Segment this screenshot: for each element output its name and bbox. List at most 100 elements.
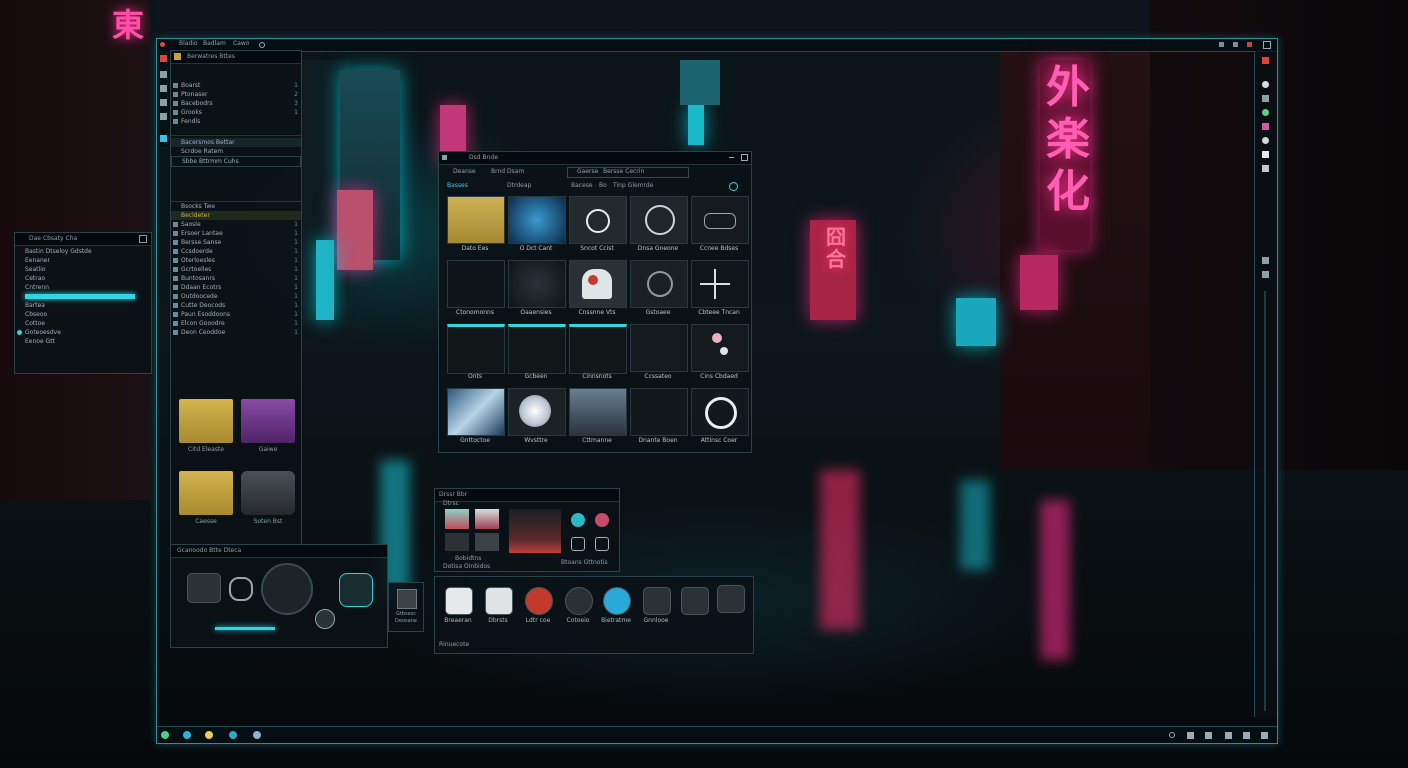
toolbar-button[interactable]: Bacese <box>571 182 593 190</box>
folder-tile[interactable]: Caesse <box>179 471 233 531</box>
list-item[interactable]: Saosle 1 <box>171 220 301 229</box>
tray-icon[interactable] <box>1187 732 1194 739</box>
camera-icon[interactable] <box>595 537 609 551</box>
list-item[interactable]: Deon Ceoddoe 1 <box>171 328 301 337</box>
file-tile[interactable]: Oaaensies <box>508 260 566 324</box>
tray-icon[interactable] <box>1225 732 1232 739</box>
refresh-icon[interactable] <box>315 609 335 629</box>
list-item[interactable]: Ersoer Lantae 1 <box>171 229 301 238</box>
file-tile[interactable]: Sncot Ccist <box>569 196 627 260</box>
list-item[interactable]: Cntrenn <box>15 283 151 292</box>
bird-icon[interactable] <box>603 587 631 615</box>
list-item[interactable]: Seatlio <box>15 265 151 274</box>
shield-icon[interactable] <box>339 573 373 607</box>
progress-slider[interactable] <box>215 627 275 630</box>
media-thumbnail[interactable] <box>445 509 469 529</box>
card-icon[interactable] <box>397 589 417 609</box>
file-tile[interactable]: Cnssnne Vts <box>569 260 627 324</box>
record-icon[interactable] <box>525 587 553 615</box>
store-icon[interactable] <box>229 731 237 739</box>
list-item[interactable]: Fendls <box>171 117 301 126</box>
media-thumbnail[interactable] <box>445 533 469 551</box>
target-icon[interactable] <box>565 587 593 615</box>
folder-tile[interactable]: Gaiwe <box>241 399 295 459</box>
list-item[interactable]: Scrdoe Ratem <box>171 147 301 156</box>
list-item[interactable]: Bersse Sanse 1 <box>171 238 301 247</box>
play-button[interactable] <box>261 563 313 615</box>
list-item[interactable]: Cutte Deocods 1 <box>171 301 301 310</box>
menu-item[interactable]: Bladio <box>179 40 198 48</box>
list-item[interactable]: Ptonaser 2 <box>171 90 301 99</box>
game-icon[interactable] <box>485 587 513 615</box>
list-item[interactable]: Outdoocede 1 <box>171 292 301 301</box>
start-icon[interactable] <box>161 731 169 739</box>
list-item[interactable]: Eenaner <box>15 256 151 265</box>
tray-icon[interactable] <box>1169 732 1175 738</box>
close-icon[interactable] <box>1263 41 1271 49</box>
menu-item[interactable]: Cawo <box>233 40 249 48</box>
file-tile[interactable]: Cttmanne <box>569 388 627 452</box>
dock-up-icon[interactable] <box>1262 271 1269 278</box>
dock-pen-icon[interactable] <box>1262 165 1269 172</box>
dock-folder-icon[interactable] <box>1262 257 1269 264</box>
list-item[interactable]: Bacebodrs 3 <box>171 99 301 108</box>
dock-scrollbar[interactable] <box>1264 291 1266 711</box>
app-icon[interactable] <box>595 513 609 527</box>
path-segment[interactable]: Brnd Dsam <box>491 168 524 176</box>
list-item[interactable]: Gcrtoelles 1 <box>171 265 301 274</box>
media-thumbnail[interactable] <box>475 533 499 551</box>
chat-icon[interactable] <box>205 731 213 739</box>
tool-icon[interactable] <box>160 85 167 92</box>
file-tile[interactable]: Gnttoctoe <box>447 388 505 452</box>
app-icon[interactable] <box>571 513 585 527</box>
list-item[interactable]: Bartea <box>15 301 151 310</box>
files-icon[interactable] <box>253 731 261 739</box>
portrait-thumbnail[interactable] <box>509 509 561 553</box>
list-item[interactable]: Grooks 1 <box>171 108 301 117</box>
file-tile[interactable]: Onts <box>447 324 505 388</box>
dock-red-icon[interactable] <box>1262 57 1269 64</box>
dock-grid-icon[interactable] <box>1262 95 1269 102</box>
minimize-icon[interactable] <box>729 157 734 158</box>
toolbar-button[interactable]: Basses <box>447 182 468 190</box>
file-tile[interactable]: Gstoaee <box>630 260 688 324</box>
list-item[interactable]: Cottoe <box>15 319 151 328</box>
file-tile[interactable]: Attinsc Coer <box>691 388 749 452</box>
browser-icon[interactable] <box>183 731 191 739</box>
media-thumbnail[interactable] <box>475 509 499 529</box>
file-tile[interactable]: Cinnsnots <box>569 324 627 388</box>
tray-icon[interactable] <box>1261 732 1268 739</box>
toolbar-button[interactable]: Tinp Glemrde <box>613 182 653 190</box>
list-item[interactable]: Oterloesles 1 <box>171 256 301 265</box>
list-item[interactable]: Ccsdoerde 1 <box>171 247 301 256</box>
list-item[interactable]: Buntosanrs 1 <box>171 274 301 283</box>
progress-bar[interactable] <box>15 292 151 301</box>
folder-tile[interactable]: Citd Eleaste <box>179 399 233 459</box>
dock-leaf-icon[interactable] <box>1262 109 1269 116</box>
folder-tile[interactable]: Soten Bst <box>241 471 295 531</box>
file-tile[interactable]: Dato Ees <box>447 196 505 260</box>
tray-icon[interactable] <box>1205 732 1212 739</box>
camera-icon[interactable] <box>187 573 221 603</box>
file-tile[interactable]: Ccnee Bdses <box>691 196 749 260</box>
dock-user-icon[interactable] <box>1262 137 1269 144</box>
list-item[interactable]: Cetrao <box>15 274 151 283</box>
file-tile[interactable]: Cins Cbdaed <box>691 324 749 388</box>
tool-icon[interactable] <box>160 135 167 142</box>
list-item[interactable]: Bastin Dtseloy Gdstde <box>15 247 151 256</box>
list-item[interactable]: Ddaan Ecotrs 1 <box>171 283 301 292</box>
list-item[interactable]: Cbseoo <box>15 310 151 319</box>
app-menu-icon[interactable] <box>160 42 165 47</box>
tool-icon[interactable] <box>160 99 167 106</box>
battery-icon[interactable] <box>1247 42 1252 47</box>
file-tile[interactable]: Gcbeen <box>508 324 566 388</box>
list-item[interactable]: Boarst 1 <box>171 81 301 90</box>
back-icon[interactable] <box>442 155 447 160</box>
file-tile[interactable]: Ctonomonns <box>447 260 505 324</box>
list-item[interactable]: Goteoesdve <box>15 328 151 337</box>
view-toggle-icon[interactable] <box>729 182 738 191</box>
list-item[interactable]: Sbbe Bttrmm Cuhs <box>171 156 301 167</box>
close-icon[interactable] <box>139 235 147 243</box>
list-item[interactable]: Paun Esoddoons 1 <box>171 310 301 319</box>
chat-icon[interactable] <box>571 537 585 551</box>
